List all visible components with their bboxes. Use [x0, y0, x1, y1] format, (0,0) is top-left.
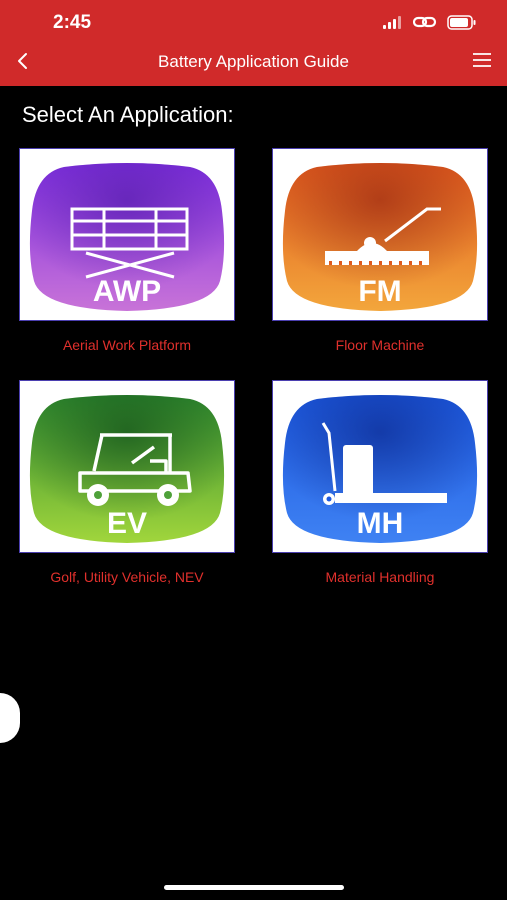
floor-machine-icon: FM	[282, 163, 478, 311]
section-heading: Select An Application:	[22, 102, 234, 127]
menu-button[interactable]	[471, 50, 493, 70]
application-label[interactable]: Material Handling	[272, 569, 488, 585]
application-tile[interactable]: EV	[19, 380, 235, 553]
cellular-signal-icon	[383, 16, 401, 29]
application-tile[interactable]: MH	[272, 380, 488, 553]
page-title: Battery Application Guide	[158, 52, 349, 71]
application-card-fm[interactable]: FM Floor Machine	[272, 148, 488, 353]
golf-cart-icon: EV	[29, 395, 225, 543]
application-tile[interactable]: FM	[272, 148, 488, 321]
application-label[interactable]: Golf, Utility Vehicle, NEV	[19, 569, 235, 585]
battery-icon	[447, 14, 476, 30]
home-indicator[interactable]	[164, 885, 344, 890]
application-tile[interactable]: AWP	[19, 148, 235, 321]
hamburger-menu-icon	[473, 53, 491, 67]
personal-hotspot-icon	[413, 16, 437, 28]
app-header: 2:45 Battery Application Guide	[0, 0, 507, 86]
status-time: 2:45	[53, 12, 92, 33]
application-code: FM	[358, 275, 401, 308]
floating-side-handle[interactable]	[0, 693, 20, 743]
status-icons	[383, 14, 477, 30]
chevron-left-icon	[18, 53, 27, 69]
application-card-ev[interactable]: EV Golf, Utility Vehicle, NEV	[19, 380, 235, 585]
application-card-mh[interactable]: MH Material Handling	[272, 380, 488, 585]
application-label[interactable]: Floor Machine	[272, 337, 488, 353]
application-code: MH	[357, 507, 404, 540]
back-button[interactable]	[12, 48, 34, 74]
application-code: EV	[107, 507, 147, 540]
application-card-awp[interactable]: AWP Aerial Work Platform	[19, 148, 235, 353]
application-code: AWP	[93, 275, 161, 308]
aerial-work-platform-icon: AWP	[29, 163, 225, 311]
application-label[interactable]: Aerial Work Platform	[19, 337, 235, 353]
pallet-jack-icon: MH	[282, 395, 478, 543]
